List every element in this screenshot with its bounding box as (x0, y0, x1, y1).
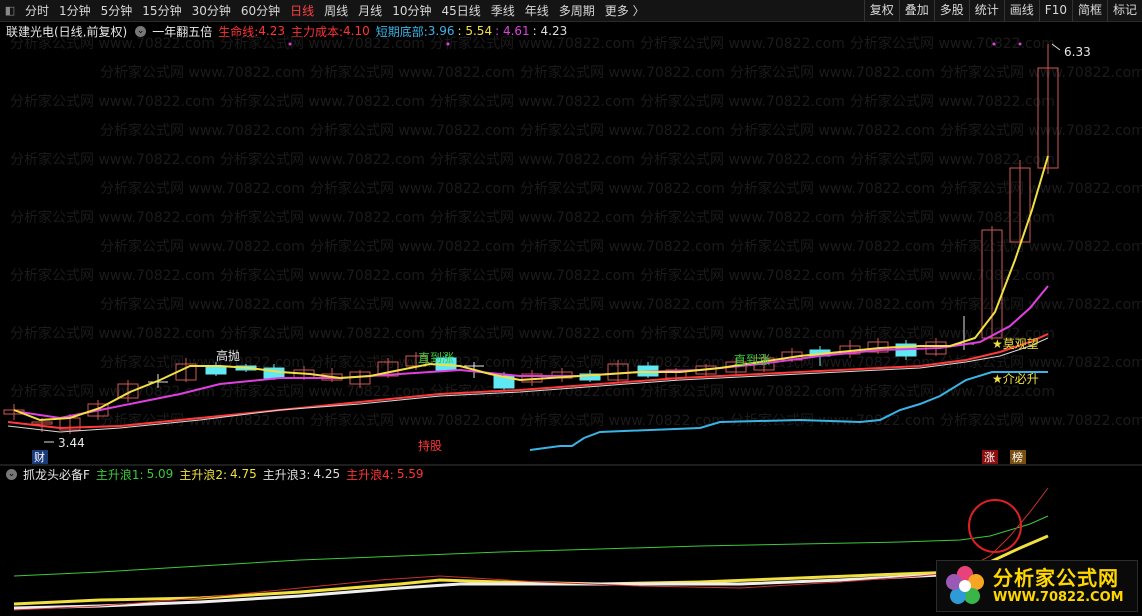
watermark-row: 分析家公式网 www.70822.com (100, 122, 305, 139)
highlight-circle (968, 499, 1022, 553)
watermark-row: 分析家公式网 www.70822.com (850, 267, 1055, 284)
watermark-row: 分析家公式网 www.70822.com (10, 267, 215, 284)
sell-high-label: 高抛 (216, 348, 240, 363)
marker-dot (1018, 42, 1022, 46)
watermark-row: 分析家公式网 www.70822.com (520, 238, 725, 255)
watermark-row: 分析家公式网 www.70822.com (850, 93, 1055, 110)
watermark-row: 分析家公式网 www.70822.com (730, 122, 935, 139)
watermark-row: 分析家公式网 www.70822.com (100, 180, 305, 197)
flower-logo-icon (943, 564, 987, 608)
watermark-row: 分析家公式网 www.70822.com (730, 296, 935, 313)
watermark-row: 分析家公式网 www.70822.com (10, 93, 215, 110)
watermark-row: 分析家公式网 www.70822.com (430, 35, 635, 52)
watermark-row: 分析家公式网 www.70822.com (850, 209, 1055, 226)
wave1-line (13, 515, 1049, 577)
watermark-row: 分析家公式网 www.70822.com (430, 151, 635, 168)
watermark-row: 分析家公式网 www.70822.com (640, 35, 845, 52)
watermark-row: 分析家公式网 www.70822.com (640, 151, 845, 168)
wave2-label: 主升浪2: (179, 467, 227, 482)
watermark-row: 分析家公式网 www.70822.com (730, 238, 935, 255)
watermark-row: 分析家公式网 www.70822.com (940, 354, 1142, 371)
wave2-value: 4.75 (230, 467, 257, 481)
watermark-logo: 分析家公式网 WWW.70822.COM (936, 560, 1138, 612)
watermark-row: 分析家公式网 www.70822.com (220, 325, 425, 342)
watermark-row: 分析家公式网 www.70822.com (430, 267, 635, 284)
hold-label: 持股 (418, 438, 442, 453)
watermark-row: 分析家公式网 www.70822.com (220, 151, 425, 168)
watermark-row: 分析家公式网 www.70822.com (640, 325, 845, 342)
low-price-label: 3.44 (58, 436, 85, 450)
signal-label-1: 直到涨 (418, 350, 454, 365)
watermark-row: 分析家公式网 www.70822.com (220, 209, 425, 226)
watermark-row: 分析家公式网 www.70822.com (220, 267, 425, 284)
sub-indicator-menu-icon[interactable]: ⌄ (6, 468, 17, 480)
marker-dot (446, 42, 450, 46)
watermark-row: 分析家公式网 www.70822.com (850, 151, 1055, 168)
watermark-row: 分析家公式网 www.70822.com (940, 412, 1142, 429)
watermark-row: 分析家公式网 www.70822.com (520, 180, 725, 197)
watermark-row: 分析家公式网 www.70822.com (940, 238, 1142, 255)
marker-dot (992, 42, 996, 46)
watermark-row: 分析家公式网 www.70822.com (10, 35, 215, 52)
watermark-row: 分析家公式网 www.70822.com (520, 64, 725, 81)
wave2-line (13, 534, 1049, 606)
watermark-row: 分析家公式网 www.70822.com (520, 122, 725, 139)
wave3-line (13, 572, 1048, 610)
sub-indicator-name[interactable]: 抓龙头必备F (23, 466, 90, 483)
watermark-row: 分析家公式网 www.70822.com (940, 296, 1142, 313)
watermark-row: 分析家公式网 www.70822.com (310, 64, 515, 81)
watermark-row: 分析家公式网 www.70822.com (100, 238, 305, 255)
watermark-row: 分析家公式网 www.70822.com (220, 35, 425, 52)
watermark-row: 分析家公式网 www.70822.com (640, 209, 845, 226)
marker-dot (288, 42, 292, 46)
rise-badge: 涨 (984, 451, 995, 464)
watermark-row: 分析家公式网 www.70822.com (10, 151, 215, 168)
watermark-title: 分析家公式网 (993, 566, 1119, 590)
watermark-row: 分析家公式网 www.70822.com (100, 296, 305, 313)
watermark-row: 分析家公式网 www.70822.com (220, 93, 425, 110)
wave4-value: 5.59 (396, 467, 424, 481)
wave1-value: 5.09 (146, 467, 174, 481)
watermark-url: WWW.70822.COM (993, 590, 1124, 605)
watermark-row: 分析家公式网 www.70822.com (10, 383, 215, 400)
watermark-row: 分析家公式网 www.70822.com (640, 93, 845, 110)
watermark-row: 分析家公式网 www.70822.com (430, 209, 635, 226)
wave3-label: 主升浪3: (262, 467, 311, 482)
list-badge: 榜 (1012, 450, 1023, 464)
wave3-value: 4.25 (313, 467, 341, 481)
wave4-line (13, 487, 1049, 611)
sub-indicator-panel (13, 487, 1049, 611)
watermark-row: 分析家公式网 www.70822.com (220, 383, 425, 400)
watermark-row: 分析家公式网 www.70822.com (730, 180, 935, 197)
watermark-row: 分析家公式网 www.70822.com (520, 412, 725, 429)
watermark-row: 分析家公式网 www.70822.com (310, 238, 515, 255)
watermark-row: 分析家公式网 www.70822.com (310, 180, 515, 197)
watermark-row: 分析家公式网 www.70822.com (640, 267, 845, 284)
wave4-label: 主升浪4: (346, 467, 394, 482)
price-chart[interactable]: 分析家公式网 www.70822.com 分析家公式网 www.70822.com… (0, 0, 1142, 616)
watermark-row: 分析家公式网 www.70822.com (310, 296, 515, 313)
watermark-row: 分析家公式网 www.70822.com (10, 209, 215, 226)
stock-chart-window: ◧ 分时 1分钟 5分钟 15分钟 30分钟 60分钟 日线 周线 月线 10分钟 45日线 季线 年线… (0, 0, 1142, 616)
watermark-row: 分析家公式网 www.70822.com (640, 383, 845, 400)
watermark-row: 分析家公式网 www.70822.com (940, 122, 1142, 139)
watermark-row: 分析家公式网 www.70822.com (730, 64, 935, 81)
watermark-row: 分析家公式网 www.70822.com (310, 412, 515, 429)
high-price-label: 6.33 (1064, 45, 1091, 59)
watermark-row: 分析家公式网 www.70822.com (430, 325, 635, 342)
watermark-row: 分析家公式网 www.70822.com (520, 296, 725, 313)
star-signal-2: ★介必升 (992, 372, 1039, 386)
watermark-row: 分析家公式网 www.70822.com (940, 64, 1142, 81)
watermark-row: 分析家公式网 www.70822.com (850, 35, 1055, 52)
watermark-row: 分析家公式网 www.70822.com (310, 122, 515, 139)
wave1-label: 主升浪1: (95, 467, 144, 482)
watermark-row: 分析家公式网 www.70822.com (520, 354, 725, 371)
watermark-row: 分析家公式网 www.70822.com (100, 64, 305, 81)
sub-info-bar: ⌄ 抓龙头必备F 主升浪1: 5.09 主升浪2: 4.75 主升浪3: 4.2… (0, 466, 1142, 482)
star-signal-1: ★莫观望 (992, 337, 1039, 351)
watermark-row: 分析家公式网 www.70822.com (430, 93, 635, 110)
watermark-row: 分析家公式网 www.70822.com (10, 325, 215, 342)
finance-badge: 财 (34, 450, 45, 464)
signal-label-2: 直到涨 (734, 352, 770, 367)
